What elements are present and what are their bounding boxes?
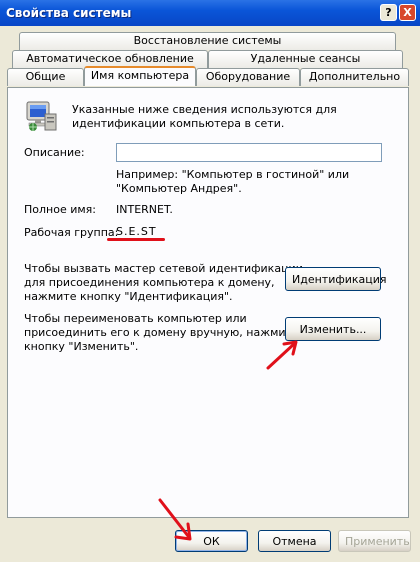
help-icon: ?: [385, 6, 392, 19]
full-name-value: INTERNET.: [116, 203, 173, 216]
workgroup-underline-annotation: [107, 238, 165, 241]
tab-label: Удаленные сеансы: [250, 52, 361, 65]
rename-text-line-2: присоединить его к домену вручную, нажми…: [24, 326, 299, 339]
tab-hardware[interactable]: Оборудование: [196, 68, 300, 86]
wizard-text-line-1: Чтобы вызвать мастер сетевой идентификац…: [24, 262, 303, 275]
tab-remote-sessions[interactable]: Удаленные сеансы: [208, 50, 403, 68]
wizard-text-line-2: для присоединения компьютера к домену,: [24, 276, 275, 289]
help-button[interactable]: ?: [380, 4, 397, 21]
tab-label: Общие: [25, 70, 66, 83]
wizard-text-line-3: нажмите кнопку "Идентификация".: [24, 290, 233, 303]
identification-button[interactable]: Идентификация: [285, 267, 387, 291]
computer-icon: [26, 101, 57, 131]
tab-advanced[interactable]: Дополнительно: [300, 68, 409, 86]
description-hint-line-1: Например: "Компьютер в гостиной" или: [116, 168, 350, 181]
description-label: Описание:: [24, 146, 85, 159]
tab-label: Восстановление системы: [133, 34, 282, 47]
apply-button[interactable]: Применить: [338, 530, 411, 552]
tab-system-restore[interactable]: Восстановление системы: [19, 32, 396, 50]
intro-line-2: идентификации компьютера в сети.: [72, 117, 285, 130]
description-hint-line-2: "Компьютер Андрея".: [116, 182, 242, 195]
tab-label: Автоматическое обновление: [26, 52, 194, 65]
tab-label: Оборудование: [205, 70, 291, 83]
close-button[interactable]: X: [399, 4, 416, 21]
window-title: Свойства системы: [6, 6, 132, 20]
title-bar: Свойства системы ? X: [0, 0, 420, 26]
arrow-annotation-change: [266, 340, 298, 370]
cancel-button[interactable]: Отмена: [258, 530, 331, 552]
full-name-label: Полное имя:: [24, 203, 96, 216]
arrow-annotation-ok: [158, 498, 192, 541]
rename-text-line-1: Чтобы переименовать компьютер или: [24, 312, 247, 325]
tab-general[interactable]: Общие: [7, 68, 84, 86]
tab-label: Дополнительно: [308, 70, 401, 83]
tab-computer-name[interactable]: Имя компьютера: [84, 66, 196, 86]
workgroup-value: S.E.ST: [116, 225, 157, 238]
tab-label: Имя компьютера: [90, 69, 190, 82]
intro-line-1: Указанные ниже сведения используются для: [72, 103, 337, 116]
close-icon: X: [403, 6, 412, 19]
workgroup-label: Рабочая группа:: [24, 226, 119, 239]
description-input[interactable]: [116, 143, 382, 162]
rename-text-line-3: кнопку "Изменить".: [24, 340, 139, 353]
